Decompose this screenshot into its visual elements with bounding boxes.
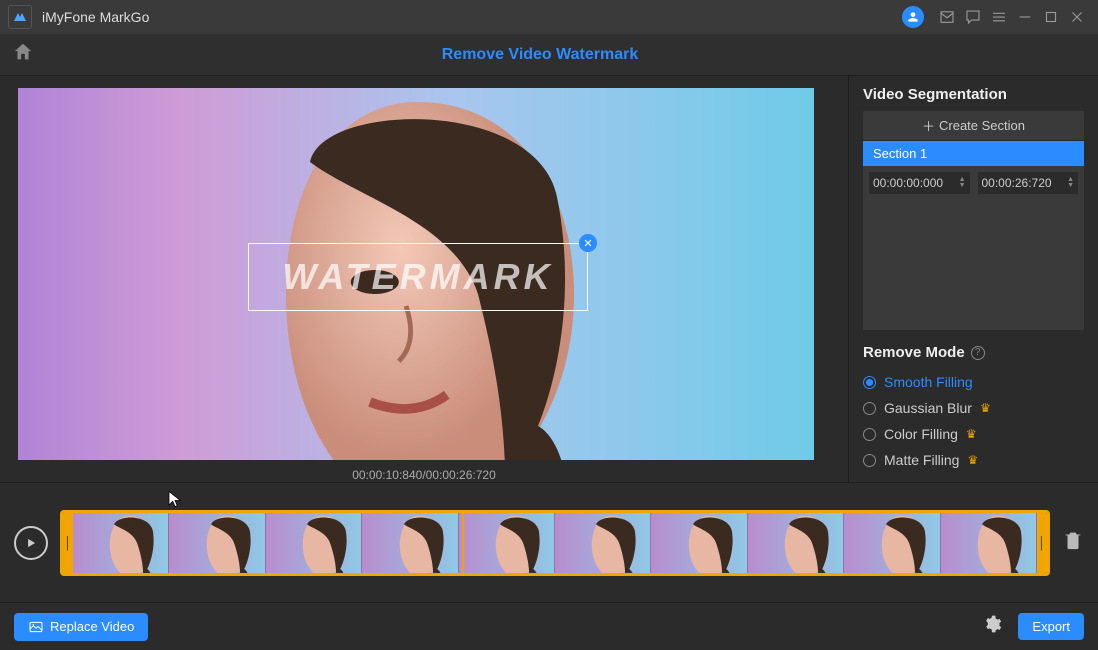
timeline-thumb[interactable] [844,513,940,573]
selection-close-icon[interactable]: ✕ [579,234,597,252]
clip-handle-left[interactable]: │ [63,513,73,573]
export-button[interactable]: Export [1018,613,1084,640]
close-icon[interactable] [1064,4,1090,30]
timeline-thumb[interactable] [748,513,844,573]
radio-icon [863,428,876,441]
crown-icon: ♛ [980,401,991,415]
stepper-icon[interactable]: ▲▼ [959,177,966,189]
help-icon[interactable]: ? [971,346,985,360]
delete-icon[interactable] [1062,529,1084,556]
toolbar: Remove Video Watermark [0,34,1098,76]
timeline-thumb[interactable] [73,513,169,573]
remove-mode-label: Smooth Filling [884,374,973,390]
app-logo-icon [8,5,32,29]
timeline: │ │ [0,482,1098,602]
section-end-field[interactable]: 00:00:26:720 ▲▼ [978,172,1079,194]
timeline-thumb[interactable] [169,513,265,573]
watermark-text: WATERMARK [282,256,553,298]
create-section-button[interactable]: ＋Create Section [863,111,1084,141]
video-preview[interactable]: WATERMARK ✕ [18,88,814,460]
play-button[interactable] [14,526,48,560]
maximize-icon[interactable] [1038,4,1064,30]
side-panel: Video Segmentation ＋Create Section Secti… [848,76,1098,482]
app-title: iMyFone MarkGo [42,9,149,25]
timeline-thumb[interactable] [459,513,555,573]
remove-mode-label: Gaussian Blur [884,400,972,416]
segmentation-box: ＋Create Section Section 1 00:00:00:000 ▲… [863,111,1084,330]
minimize-icon[interactable] [1012,4,1038,30]
watermark-selection-box[interactable]: WATERMARK ✕ [248,243,588,311]
radio-icon [863,376,876,389]
remove-mode-label: Color Filling [884,426,958,442]
replace-video-button[interactable]: Replace Video [14,613,148,641]
section-start-field[interactable]: 00:00:00:000 ▲▼ [869,172,970,194]
menu-icon[interactable] [986,4,1012,30]
remove-mode-option[interactable]: Matte Filling ♛ [863,447,1084,473]
crown-icon: ♛ [967,453,978,467]
playhead[interactable] [462,510,464,576]
timeline-thumb[interactable] [266,513,362,573]
timeline-thumb[interactable] [555,513,651,573]
radio-icon [863,454,876,467]
settings-icon[interactable] [982,614,1002,639]
section-item[interactable]: Section 1 [863,141,1084,166]
timeline-thumb[interactable] [941,513,1037,573]
account-icon[interactable] [902,6,924,28]
timeline-thumb[interactable] [651,513,747,573]
radio-icon [863,402,876,415]
timeline-thumb[interactable] [362,513,458,573]
titlebar: iMyFone MarkGo [0,0,1098,34]
feedback-icon[interactable] [960,4,986,30]
segmentation-heading: Video Segmentation [863,86,1084,103]
remove-mode-option[interactable]: Smooth Filling [863,369,1084,395]
remove-mode-option[interactable]: Color Filling ♛ [863,421,1084,447]
mail-icon[interactable] [934,4,960,30]
crown-icon: ♛ [966,427,977,441]
remove-mode-option[interactable]: Gaussian Blur ♛ [863,395,1084,421]
time-readout: 00:00:10:840/00:00:26:720 [18,468,830,482]
remove-mode-label: Matte Filling [884,452,959,468]
bottom-bar: Replace Video Export [0,602,1098,650]
clip-strip[interactable]: │ │ [60,510,1050,576]
remove-mode-heading: Remove Mode [863,344,965,361]
video-area: WATERMARK ✕ 00:00:10:840/00:00:26:720 [0,76,848,482]
page-title: Remove Video Watermark [0,46,1086,64]
stepper-icon[interactable]: ▲▼ [1067,177,1074,189]
